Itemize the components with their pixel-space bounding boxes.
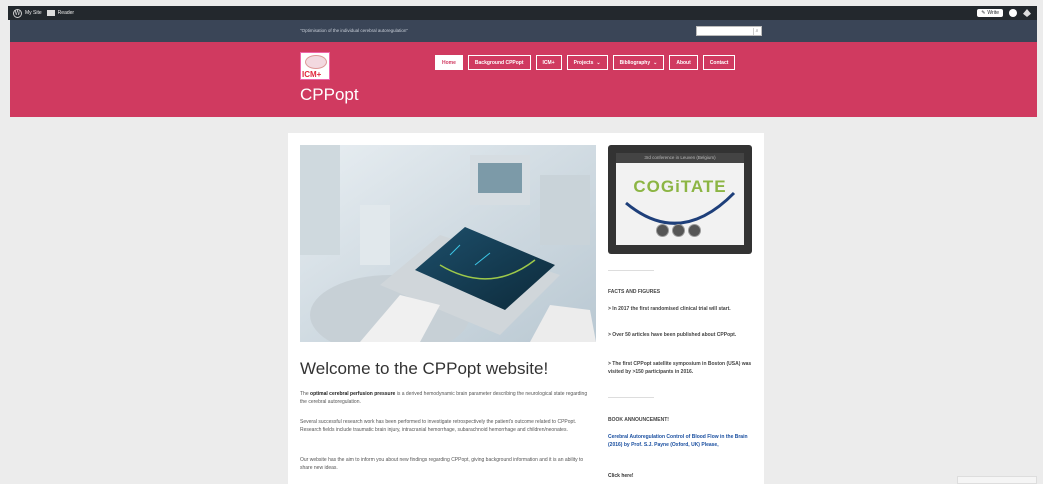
pencil-icon: ✎ xyxy=(981,10,986,16)
chevron-down-icon: ⌄ xyxy=(596,59,601,66)
nav-label: Bibliography xyxy=(619,59,651,66)
divider xyxy=(608,270,654,271)
wordpress-icon: W xyxy=(13,8,22,18)
brain-icon xyxy=(305,55,327,69)
nav-about[interactable]: About xyxy=(669,55,698,70)
nav-label: Contact xyxy=(709,59,729,66)
reader-icon xyxy=(46,10,55,16)
nav-label: ICM+ xyxy=(542,59,555,66)
tagline-bar: "Optimisation of the individual cerebral… xyxy=(10,20,1037,42)
site-title[interactable]: CPPopt xyxy=(300,85,359,105)
book-heading: BOOK ANNOUNCEMENT! xyxy=(608,417,669,423)
nav-bibliography[interactable]: Bibliography ⌄ xyxy=(612,55,665,70)
admin-bar: W My Site Reader ✎ Write xyxy=(8,6,1037,20)
search-icon[interactable]: ⌕ xyxy=(753,28,760,35)
aim-paragraph: Our website has the aim to inform you ab… xyxy=(300,457,584,472)
video-title: 3rd conference in Leuven (Belgium) xyxy=(616,153,744,163)
notifications-icon[interactable] xyxy=(1023,9,1031,17)
follow-widget[interactable] xyxy=(957,476,1037,484)
nav-label: About xyxy=(676,59,691,66)
main-nav: Home Background CPPopt ICM+ Projects ⌄ Bi… xyxy=(435,55,736,70)
site-logo[interactable]: ICM+ xyxy=(300,52,330,80)
click-here-link[interactable]: Click here! xyxy=(608,473,634,479)
cppopt-term: optimal cerebral perfusion pressure xyxy=(310,391,396,397)
nav-label: Background CPPopt xyxy=(474,59,524,66)
reader-label: Reader xyxy=(57,10,75,16)
video-player[interactable]: COGiTATE 3rd conference in Leuven (Belgi… xyxy=(608,145,752,254)
nav-icm[interactable]: ICM+ xyxy=(535,55,562,70)
nav-projects[interactable]: Projects ⌄ xyxy=(566,55,608,70)
forward-icon[interactable] xyxy=(688,224,701,237)
book-link[interactable]: Cerebral Autoregulation Control of Blood… xyxy=(608,433,758,450)
nav-label: Projects xyxy=(573,59,594,66)
write-label: Write xyxy=(987,10,999,16)
video-thumbnail: COGiTATE xyxy=(616,153,744,245)
search-input[interactable]: ⌕ xyxy=(696,26,762,36)
site-tagline: "Optimisation of the individual cerebral… xyxy=(300,28,409,33)
intro-paragraph: The optimal cerebral perfusion pressure … xyxy=(300,390,590,406)
chevron-down-icon: ⌄ xyxy=(653,59,658,66)
nav-home[interactable]: Home xyxy=(435,55,463,70)
reader-link[interactable]: Reader xyxy=(46,10,75,16)
welcome-heading: Welcome to the CPPopt website! xyxy=(300,359,549,378)
research-paragraph: Several successful research work has bee… xyxy=(300,419,577,434)
fact-item: > The first CPPopt satellite symposium i… xyxy=(608,361,752,376)
write-button[interactable]: ✎ Write xyxy=(977,9,1003,17)
logo-text: ICM+ xyxy=(302,70,322,79)
avatar[interactable] xyxy=(1009,9,1017,17)
divider xyxy=(608,397,654,398)
playback-controls xyxy=(656,224,701,237)
fact-item: > Over 50 articles have been published a… xyxy=(608,332,737,338)
nav-background-cppopt[interactable]: Background CPPopt xyxy=(467,55,531,70)
fact-item: > In 2017 the first randomised clinical … xyxy=(608,306,731,312)
rewind-icon[interactable] xyxy=(656,224,669,237)
my-site-link[interactable]: W My Site xyxy=(13,8,42,18)
my-site-label: My Site xyxy=(25,10,42,16)
play-icon[interactable] xyxy=(672,224,685,237)
main-content: Welcome to the CPPopt website! The optim… xyxy=(288,133,764,484)
site-header: ICM+ CPPopt Home Background CPPopt ICM+ … xyxy=(10,42,1037,117)
nav-label: Home xyxy=(442,59,456,66)
facts-heading: FACTS AND FIGURES xyxy=(608,289,661,295)
para-prefix: The xyxy=(300,391,311,397)
nav-contact[interactable]: Contact xyxy=(702,55,736,70)
hero-image xyxy=(300,145,596,342)
